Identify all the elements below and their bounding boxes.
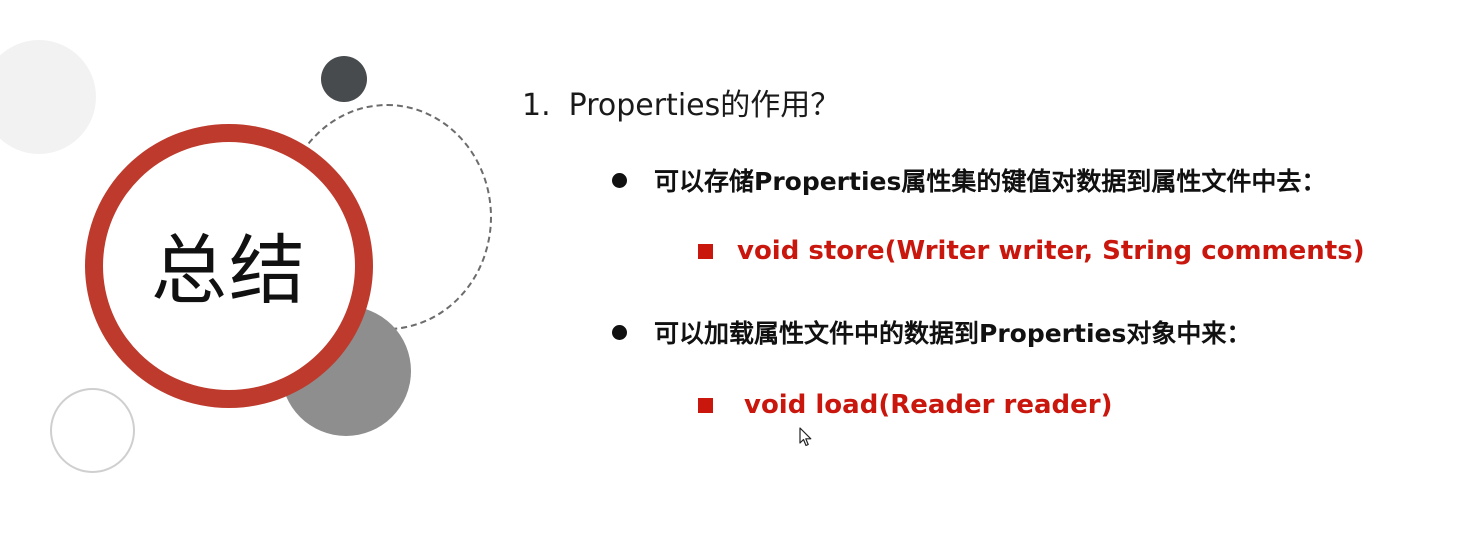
method-item: void load(Reader reader) — [698, 390, 1112, 420]
bullet-text: 可以存储Properties属性集的键值对数据到属性文件中去： — [654, 167, 1327, 196]
method-signature: void load(Reader reader) — [744, 390, 1113, 420]
summary-badge: 总结 — [85, 124, 373, 408]
decorative-circle-light — [0, 40, 96, 154]
bullet-text: 可以加载属性文件中的数据到Properties对象中来： — [654, 319, 1252, 348]
bullet-point: 可以加载属性文件中的数据到Properties对象中来： — [612, 314, 1251, 350]
slide: 总结 1. Properties的作用？ 可以存储Properties属性集的键值… — [0, 0, 1478, 542]
method-signature: void store(Writer writer, String comment… — [737, 236, 1365, 266]
decorative-circle-dark — [321, 56, 367, 102]
bullet-point: 可以存储Properties属性集的键值对数据到属性文件中去： — [612, 162, 1326, 198]
mouse-cursor-icon — [799, 427, 812, 447]
square-bullet-icon — [698, 243, 713, 259]
method-item: void store(Writer writer, String comment… — [698, 236, 1365, 266]
heading-number: 1. — [522, 88, 551, 123]
bullet-dot-icon — [612, 172, 627, 188]
square-bullet-icon — [698, 397, 713, 413]
slide-heading: 1. Properties的作用？ — [522, 80, 840, 124]
bullet-dot-icon — [612, 324, 627, 340]
decorative-circle-outline — [50, 388, 135, 473]
summary-badge-title: 总结 — [151, 226, 307, 315]
heading-text: Properties的作用？ — [568, 88, 841, 123]
